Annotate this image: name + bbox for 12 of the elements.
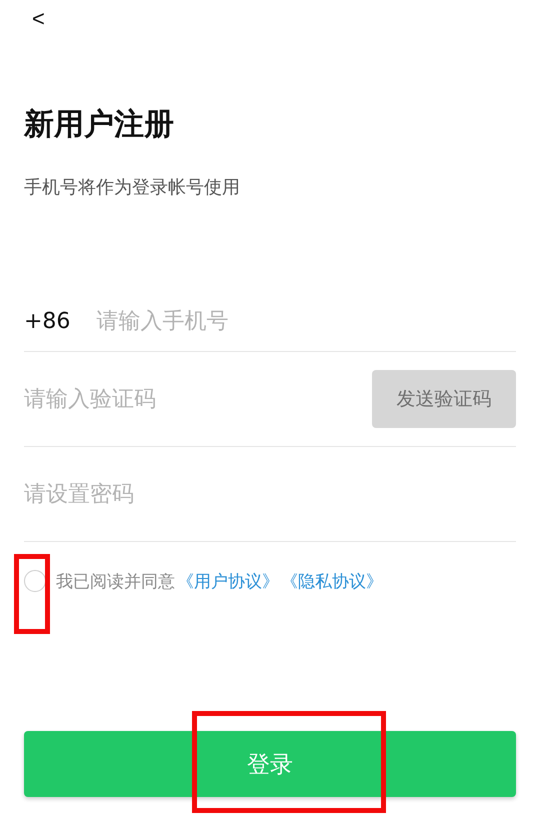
phone-input-field[interactable]: 请输入手机号 [96,301,516,341]
page-title: 新用户注册 [24,106,175,144]
agreement-text: 我已阅读并同意 [56,570,175,592]
country-code[interactable]: +86 [24,308,70,334]
agreement-link[interactable]: 《隐私协议》 [281,570,383,592]
subtitle: 手机号将作为登录帐号使用 [24,176,241,199]
login-button[interactable]: 登录 [24,731,516,797]
agreement-link[interactable]: 《用户协议》 [177,570,279,592]
password-input-field[interactable]: 请设置密码 [24,474,516,514]
code-input-field[interactable]: 请输入验证码 [24,379,372,419]
agree-checkbox[interactable] [24,570,46,592]
back-button[interactable]: < [28,4,49,34]
